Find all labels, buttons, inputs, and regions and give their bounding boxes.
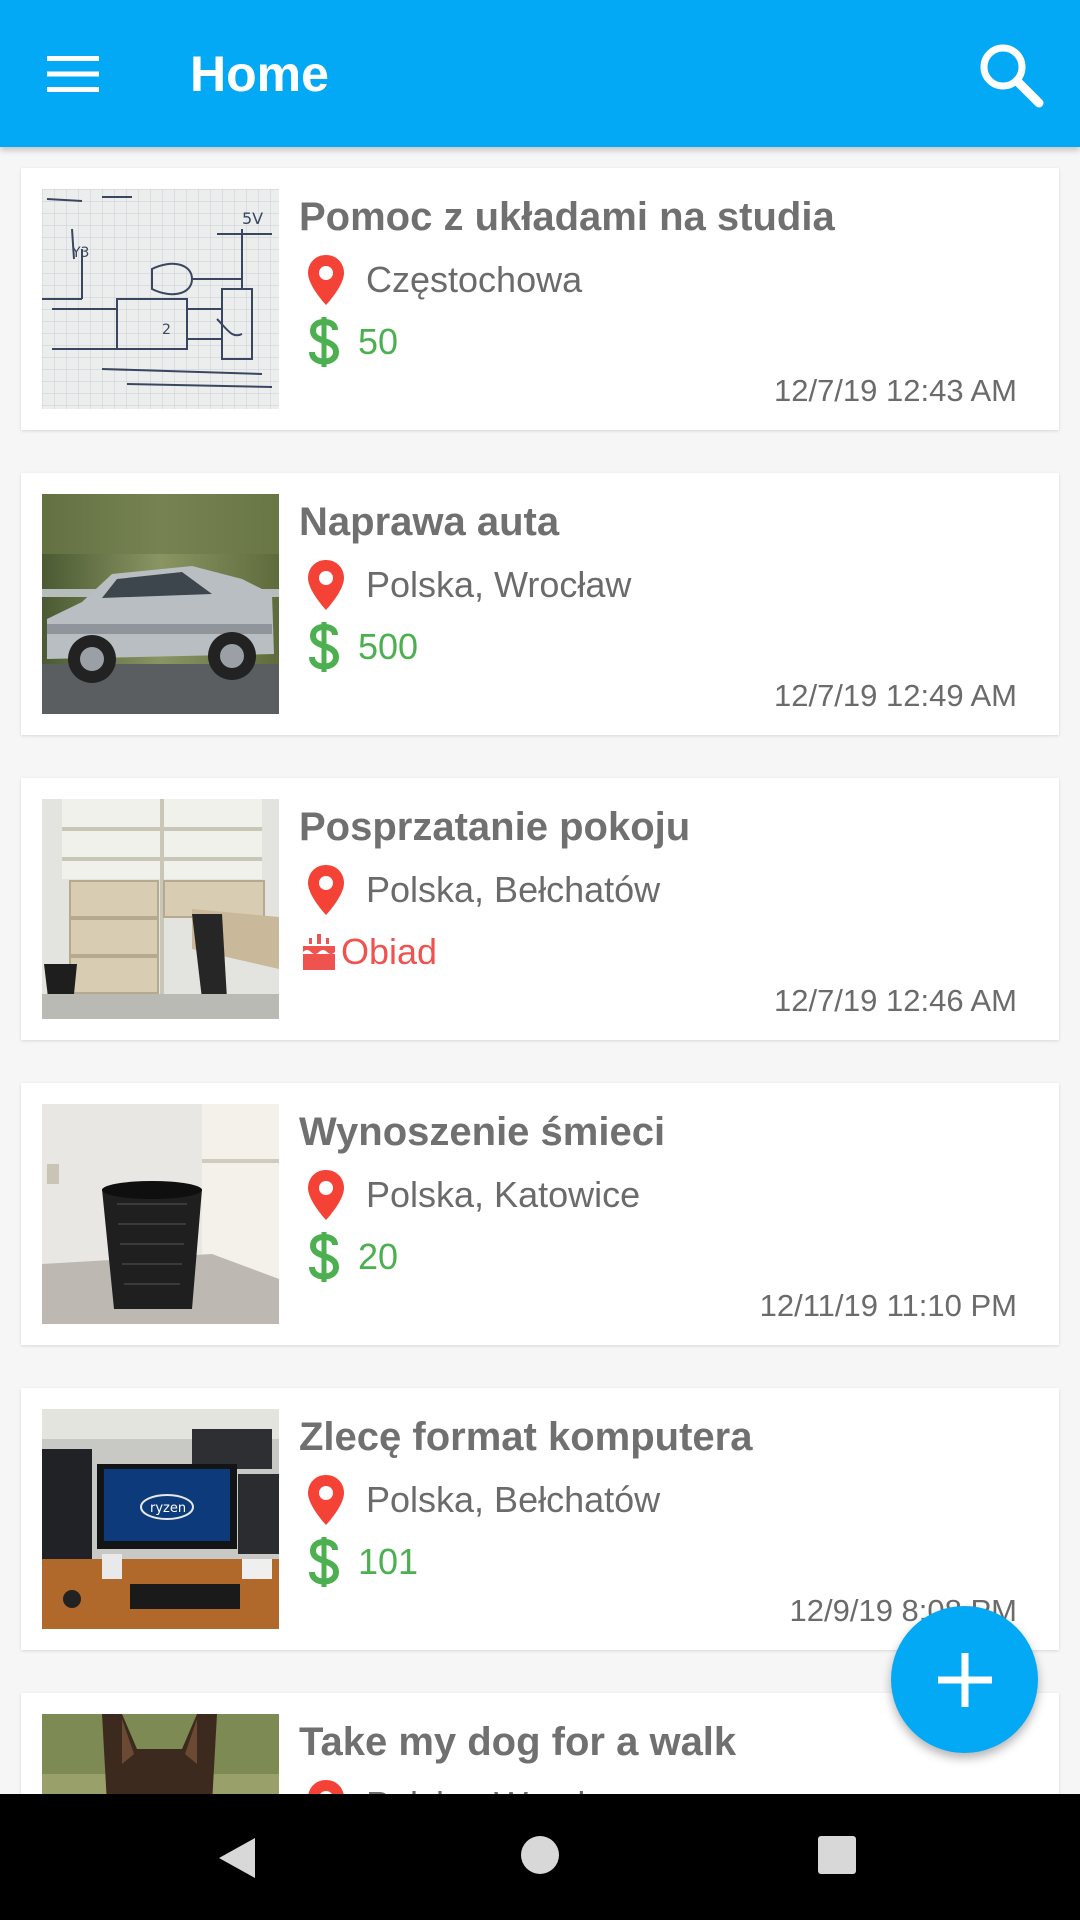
listing-thumbnail xyxy=(42,799,279,1019)
dollar-icon xyxy=(308,316,340,368)
listing-thumbnail xyxy=(42,1104,279,1324)
location-text: Polska, Wrocław xyxy=(366,564,632,605)
back-button[interactable] xyxy=(215,1834,259,1887)
search-button[interactable] xyxy=(966,30,1056,120)
location-pin-icon xyxy=(306,559,346,611)
location-pin-icon xyxy=(306,1474,346,1526)
home-button[interactable] xyxy=(519,1834,561,1881)
listing-reward: 500 xyxy=(308,617,418,677)
listing-reward: 101 xyxy=(308,1532,418,1592)
location-text: Polska, Bełchatów xyxy=(366,869,661,910)
location-text: Polska, Katowice xyxy=(366,1174,641,1215)
reward-text: 20 xyxy=(358,1236,399,1277)
dollar-icon xyxy=(308,1536,340,1588)
listing-card[interactable]: ryzen Zlecę format komputera Polska, Beł… xyxy=(21,1388,1059,1650)
listing-thumbnail: 5V Y3 2 xyxy=(42,189,279,409)
recents-icon xyxy=(818,1836,856,1874)
listing-card[interactable]: Naprawa auta Polska, Wrocław 500 12/7/19… xyxy=(21,473,1059,735)
reward-text: 101 xyxy=(358,1541,419,1582)
back-icon xyxy=(219,1838,255,1878)
listing-location: Polska, Bełchatów xyxy=(306,1470,660,1530)
reward-text: 50 xyxy=(358,321,399,362)
listing-date: 12/7/19 12:49 AM xyxy=(773,678,1017,713)
add-listing-button[interactable] xyxy=(891,1606,1038,1753)
svg-text:2: 2 xyxy=(162,322,171,338)
location-pin-icon xyxy=(306,1169,346,1221)
listing-date: 12/7/19 12:43 AM xyxy=(773,373,1017,408)
location-pin-icon xyxy=(306,254,346,306)
listing-title: Take my dog for a walk xyxy=(299,1720,737,1764)
svg-text:Y3: Y3 xyxy=(71,245,89,261)
home-icon xyxy=(521,1836,559,1874)
dollar-icon xyxy=(308,1231,340,1283)
listing-card[interactable]: 5V Y3 2 Pomoc z układami na studia Częst… xyxy=(21,168,1059,430)
menu-button[interactable] xyxy=(30,34,116,114)
location-text: Polska, Wrocław xyxy=(366,1784,631,1794)
listing-title: Naprawa auta xyxy=(299,500,560,544)
listing-title: Posprzatanie pokoju xyxy=(299,805,691,849)
listing-location: Polska, Wrocław xyxy=(306,555,631,615)
menu-icon xyxy=(47,56,99,92)
dollar-icon xyxy=(308,621,340,673)
cake-icon xyxy=(303,934,335,970)
listing-reward: Obiad xyxy=(301,922,437,982)
listing-list[interactable]: 5V Y3 2 Pomoc z układami na studia Częst… xyxy=(0,147,1080,1794)
listing-title: Zlecę format komputera xyxy=(299,1415,753,1459)
app-screen: Home 5V Y3 2 Pomoc z układami na studia … xyxy=(0,0,1080,1920)
reward-text: Obiad xyxy=(341,931,438,972)
reward-text: 500 xyxy=(358,626,419,667)
listing-location: Polska, Katowice xyxy=(306,1165,640,1225)
listing-thumbnail xyxy=(42,494,279,714)
search-icon xyxy=(980,44,1044,108)
location-text: Polska, Bełchatów xyxy=(366,1479,661,1520)
app-bar: Home xyxy=(0,0,1080,147)
listing-title: Pomoc z układami na studia xyxy=(299,195,835,239)
svg-text:ryzen: ryzen xyxy=(150,1501,186,1516)
location-pin-icon xyxy=(306,1779,346,1794)
svg-text:5V: 5V xyxy=(242,209,263,228)
listing-reward: 20 xyxy=(308,1227,398,1287)
listing-location: Częstochowa xyxy=(306,250,582,310)
listing-reward: 50 xyxy=(308,312,398,372)
listing-card[interactable]: Wynoszenie śmieci Polska, Katowice 20 12… xyxy=(21,1083,1059,1345)
listing-location: Polska, Wrocław xyxy=(306,1775,631,1794)
listing-thumbnail: ryzen xyxy=(42,1409,279,1629)
listing-location: Polska, Bełchatów xyxy=(306,860,660,920)
location-pin-icon xyxy=(306,864,346,916)
plus-icon xyxy=(937,1652,992,1707)
system-navigation-bar xyxy=(0,1794,1080,1920)
listing-thumbnail xyxy=(42,1714,279,1794)
listing-title: Wynoszenie śmieci xyxy=(299,1110,666,1154)
listing-date: 12/7/19 12:46 AM xyxy=(773,983,1017,1018)
recents-button[interactable] xyxy=(816,1834,858,1881)
page-title: Home xyxy=(190,46,329,102)
location-text: Częstochowa xyxy=(366,259,583,300)
listing-date: 12/11/19 11:10 PM xyxy=(759,1288,1017,1323)
listing-card[interactable]: Posprzatanie pokoju Polska, Bełchatów Ob… xyxy=(21,778,1059,1040)
